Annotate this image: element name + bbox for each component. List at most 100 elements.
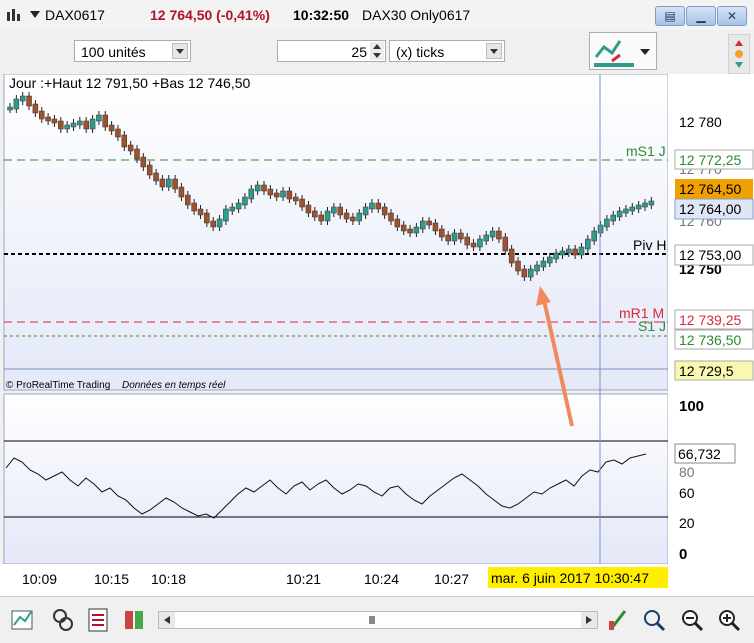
time-tick: 10:18 <box>151 571 186 587</box>
clock: 10:32:50 <box>293 7 350 23</box>
candle <box>216 218 223 228</box>
candle <box>242 196 248 206</box>
level-value-pivot: 12 753,00 <box>679 247 741 263</box>
candle <box>318 214 324 222</box>
list-icon[interactable] <box>86 607 112 633</box>
chevron-down-icon[interactable] <box>486 43 502 59</box>
price-change: 12 764,50 (-0,41%) <box>150 7 270 23</box>
candle <box>394 218 401 228</box>
candle <box>515 260 521 272</box>
candle <box>534 264 540 272</box>
alert-icon[interactable] <box>728 34 750 74</box>
candle <box>166 178 172 188</box>
ticks-unit-select[interactable]: (x) ticks <box>389 40 505 62</box>
zoom-out-icon[interactable] <box>679 607 705 633</box>
candle <box>153 172 159 182</box>
time-tick: 10:09 <box>22 571 57 587</box>
candle <box>470 242 477 248</box>
last-price: 12 764,50 <box>679 181 741 197</box>
candle <box>407 228 413 234</box>
candle <box>623 208 629 214</box>
candle <box>51 118 58 124</box>
candle <box>185 194 191 206</box>
candle <box>273 192 280 198</box>
candle <box>381 206 388 216</box>
candle <box>197 208 204 216</box>
candle <box>369 202 375 210</box>
edit-tools-icon[interactable] <box>606 607 632 633</box>
candle <box>635 204 642 210</box>
instrument-icon[interactable] <box>6 9 22 23</box>
candle <box>629 206 636 212</box>
indicators-icon[interactable] <box>122 607 148 633</box>
level-value-mr1: 12 739,25 <box>679 312 741 328</box>
candle <box>547 256 553 264</box>
candle <box>604 218 610 228</box>
scroll-right-icon[interactable] <box>581 612 597 628</box>
scroll-thumb[interactable] <box>369 616 375 624</box>
time-tick: 10:24 <box>364 571 399 587</box>
time-scrollbar[interactable] <box>158 611 598 629</box>
candle <box>540 260 547 268</box>
candle <box>96 114 102 122</box>
indicator-value: 66,732 <box>678 446 721 462</box>
instrument-menu-icon[interactable] <box>30 11 40 19</box>
order-icon[interactable] <box>10 607 36 633</box>
scroll-left-icon[interactable] <box>159 612 175 628</box>
candle <box>458 232 464 240</box>
candle <box>356 212 362 222</box>
candle <box>439 228 445 238</box>
candle <box>13 98 20 110</box>
close-icon[interactable]: ✕ <box>717 6 747 26</box>
indicator-tick: 0 <box>679 546 687 563</box>
candle <box>127 144 134 152</box>
indicator-tick: 20 <box>679 515 695 531</box>
strategy-button[interactable] <box>589 32 657 70</box>
candle <box>597 224 604 234</box>
candle <box>70 122 77 128</box>
candle <box>566 248 572 254</box>
link-icon[interactable] <box>51 607 77 633</box>
stepper-arrows-icon[interactable] <box>370 42 384 60</box>
zoom-in-icon[interactable] <box>716 607 742 633</box>
data-source-brand: © ProRealTime Trading <box>6 380 110 391</box>
candle <box>32 103 39 114</box>
candle <box>388 212 394 222</box>
candle <box>293 196 299 202</box>
quantity-value: 100 unités <box>81 44 146 60</box>
level-name-ms1: mS1 J <box>626 143 666 159</box>
candle <box>83 120 89 130</box>
instrument-name[interactable]: DAX0617 <box>45 7 105 23</box>
data-source-note: Données en temps réel <box>122 380 226 391</box>
candle <box>39 110 45 120</box>
candle <box>578 246 585 256</box>
quantity-select[interactable]: 100 unités <box>74 40 191 62</box>
minimize-icon[interactable]: ▁ <box>686 6 716 26</box>
time-tick: 10:21 <box>286 571 321 587</box>
auto-zoom-icon[interactable] <box>641 607 667 633</box>
candle <box>451 232 458 242</box>
candle <box>299 198 305 208</box>
price-chart[interactable]: Jour :+Haut 12 791,50 +Bas 12 746,50 © P… <box>0 74 754 596</box>
candle <box>420 220 426 230</box>
indicator-tick: 60 <box>679 485 695 501</box>
candle <box>362 206 369 216</box>
candle <box>477 238 483 248</box>
candle <box>508 248 515 264</box>
candle <box>235 202 242 210</box>
strategy-icon <box>594 40 650 67</box>
candle <box>108 124 115 132</box>
ticks-unit-value: (x) ticks <box>396 44 445 60</box>
chevron-down-icon[interactable] <box>172 43 188 59</box>
candle <box>223 208 229 222</box>
candle <box>64 124 70 130</box>
candle <box>146 164 153 176</box>
level-value-s1: 12 736,50 <box>679 332 741 348</box>
candle <box>261 184 267 192</box>
time-tick: 10:27 <box>434 571 469 587</box>
indicator-tick: 80 <box>679 464 695 480</box>
candle <box>210 220 216 228</box>
bottom-toolbar <box>0 596 754 643</box>
window-list-icon[interactable]: ▤ <box>655 6 685 26</box>
ticks-stepper[interactable]: 25 <box>277 40 386 62</box>
